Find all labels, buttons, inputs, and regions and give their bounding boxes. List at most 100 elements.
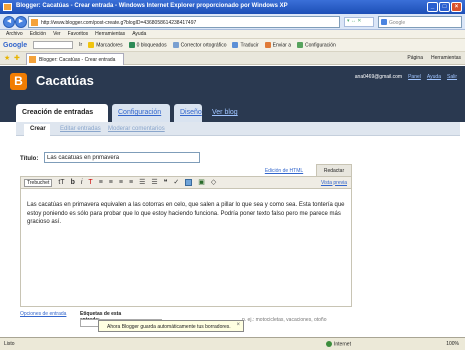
browser-tab-active[interactable]: Blogger: Cacatúas - Crear entrada <box>26 53 124 65</box>
command-bar: Página Herramientas <box>407 55 461 61</box>
minimize-button[interactable]: _ <box>427 2 438 12</box>
toolbar-settings-button[interactable]: Configuración <box>296 41 336 48</box>
menu-ver[interactable]: Ver <box>53 31 61 38</box>
abc-check-icon <box>172 41 179 48</box>
align-center-button[interactable]: ≡ <box>119 179 123 187</box>
google-logo: Google <box>3 41 28 49</box>
menu-ayuda[interactable]: Ayuda <box>132 31 146 38</box>
text-color-button[interactable]: T <box>88 179 92 187</box>
translate-icon <box>232 41 239 48</box>
google-toolbar: Google Ir Marcadores 0 bloqueados Correc… <box>0 39 465 52</box>
search-provider-icon <box>381 19 387 25</box>
page-menu-button[interactable]: Página <box>407 55 423 61</box>
insert-video-icon[interactable]: ▣ <box>198 179 205 187</box>
blogger-main-tabs: Creación de entradas Configuración Diseñ… <box>0 98 465 122</box>
blogger-logo-icon[interactable]: B <box>10 73 27 90</box>
tab-posting[interactable]: Creación de entradas <box>16 104 108 122</box>
send-icon <box>264 41 271 48</box>
globe-icon <box>326 341 332 347</box>
insert-image-icon[interactable] <box>185 179 193 186</box>
favorites-star-icon[interactable]: ★ <box>4 55 11 62</box>
autosave-message: Ahora Blogger guarda automáticamente tus… <box>107 324 231 330</box>
address-actions[interactable]: ▾ ↔ ✕ <box>344 17 374 27</box>
editor-toolbar: Trebuchet tT b i T ≡ ≡ ≡ ≡ ☰ ☰ ❝ ✓ ▣ ◇ V… <box>20 176 352 189</box>
post-title-input[interactable] <box>44 152 200 163</box>
menu-edicion[interactable]: Edición <box>30 31 46 38</box>
window-title: Blogger: Cacatúas - Crear entrada - Wind… <box>16 3 288 9</box>
title-label: Título: <box>20 156 39 162</box>
clear-format-icon[interactable]: ◇ <box>211 179 216 187</box>
blockquote-button[interactable]: ❝ <box>164 179 168 187</box>
security-zone: Internet <box>326 341 351 347</box>
align-right-button[interactable]: ≡ <box>129 179 133 187</box>
url-text: http://www.blogger.com/post-create.g?blo… <box>41 20 197 26</box>
preview-link[interactable]: Vista previa <box>321 180 347 186</box>
search-placeholder: Google <box>389 20 406 26</box>
wrench-icon <box>296 41 303 48</box>
tab-layout[interactable]: Diseño <box>174 104 202 122</box>
forward-button[interactable]: ► <box>15 16 27 28</box>
translate-button[interactable]: Traducir <box>232 41 259 48</box>
blog-title: Cacatúas <box>36 73 94 88</box>
italic-button[interactable]: i <box>81 179 83 187</box>
numbered-list-button[interactable]: ☰ <box>139 179 145 187</box>
subtab-moderate-comments[interactable]: Moderar comentarios <box>108 126 165 132</box>
address-bar: ◄ ► http://www.blogger.com/post-create.g… <box>0 14 465 30</box>
sign-out-link[interactable]: Salir <box>447 74 457 80</box>
window-controls: _ □ × <box>427 2 462 12</box>
google-toolbar-search[interactable] <box>33 41 74 49</box>
subtab-create[interactable]: Crear <box>24 124 50 136</box>
blogger-favicon-icon <box>31 19 38 26</box>
edit-html-tab[interactable]: Edición de HTML <box>256 166 312 176</box>
google-go-button[interactable]: Ir <box>79 42 82 48</box>
status-text: Listo <box>4 341 15 347</box>
zoom-level[interactable]: 100% <box>446 341 459 347</box>
back-button[interactable]: ◄ <box>3 16 15 28</box>
bullet-list-button[interactable]: ☰ <box>151 179 157 187</box>
link-button[interactable]: ≡ <box>99 179 103 187</box>
font-size-button[interactable]: tT <box>58 179 64 187</box>
browser-tab-title: Blogger: Cacatúas - Crear entrada <box>39 57 116 63</box>
window-title-bar: Blogger: Cacatúas - Crear entrada - Wind… <box>0 0 465 14</box>
ie-app-icon <box>3 3 12 11</box>
user-email: ana0469@gmail.com <box>354 74 403 80</box>
menu-bar: Archivo Edición Ver Favoritos Herramient… <box>0 30 465 39</box>
spellcheck-button[interactable]: Corrector ortográfico <box>172 41 226 48</box>
spellcheck-icon[interactable]: ✓ <box>173 179 179 187</box>
bold-button[interactable]: b <box>71 179 75 187</box>
blogger-header: B Cacatúas ana0469@gmail.com Panel Ayuda… <box>0 66 465 98</box>
maximize-button[interactable]: □ <box>439 2 450 12</box>
autosave-tooltip: Ahora Blogger guarda automáticamente tus… <box>98 320 244 332</box>
compose-tab[interactable]: Redactar <box>316 164 352 176</box>
align-left-button[interactable]: ≡ <box>109 179 113 187</box>
post-options-link[interactable]: Opciones de entrada <box>20 311 80 321</box>
tools-menu-button[interactable]: Herramientas <box>431 55 461 61</box>
menu-favoritos[interactable]: Favoritos <box>68 31 89 38</box>
post-editor-panel: Título: Edición de HTML Redactar Trebuch… <box>16 136 460 337</box>
browser-tab-bar: ★ ✚ Blogger: Cacatúas - Crear entrada Pá… <box>0 52 465 65</box>
account-links: ana0469@gmail.com Panel Ayuda Salir <box>355 74 457 80</box>
dashboard-link[interactable]: Panel <box>408 74 421 80</box>
menu-archivo[interactable]: Archivo <box>6 31 23 38</box>
popup-blocker-button[interactable]: 0 bloqueados <box>128 41 167 48</box>
search-input[interactable]: Google <box>378 16 462 28</box>
add-favorite-icon[interactable]: ✚ <box>14 55 21 62</box>
close-button[interactable]: × <box>451 2 462 12</box>
labels-hint: p. ej.: motocicletas, vacaciones, otoño <box>242 317 327 323</box>
tab-favicon-icon <box>29 56 36 63</box>
bookmarks-button[interactable]: Marcadores <box>88 41 123 48</box>
post-body-editor[interactable]: Las cacatúas en primavera equivalen a la… <box>20 189 352 307</box>
tab-settings[interactable]: Configuración <box>112 104 170 122</box>
tooltip-close-icon[interactable]: × <box>236 322 240 328</box>
status-bar: Listo Internet 100% <box>0 337 465 350</box>
shield-icon <box>128 41 135 48</box>
menu-herramientas[interactable]: Herramientas <box>95 31 125 38</box>
view-blog-link[interactable]: Ver blog <box>206 104 246 122</box>
posting-subtabs: Crear Editar entradas Moderar comentario… <box>16 122 460 136</box>
star-icon <box>88 41 95 48</box>
font-select[interactable]: Trebuchet <box>24 178 53 187</box>
url-field[interactable]: http://www.blogger.com/post-create.g?blo… <box>28 16 340 28</box>
help-link[interactable]: Ayuda <box>427 74 441 80</box>
send-to-button[interactable]: Enviar a <box>264 41 291 48</box>
subtab-edit-posts[interactable]: Editar entradas <box>60 126 101 132</box>
